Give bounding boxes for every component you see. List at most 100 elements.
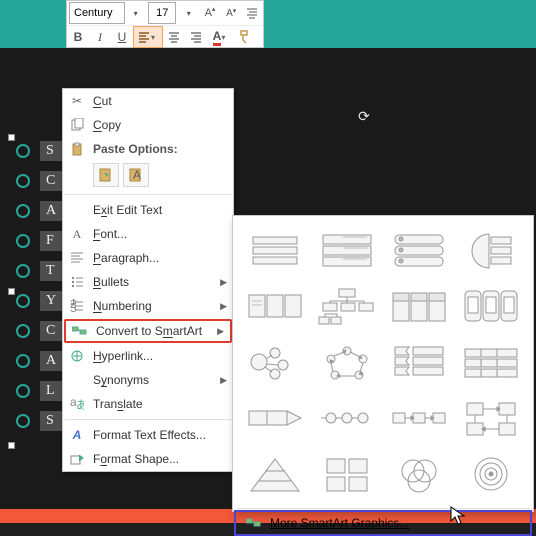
- list-item[interactable]: A: [16, 346, 66, 376]
- gallery-separator: [237, 508, 529, 509]
- svg-text:あ: あ: [76, 398, 84, 411]
- font-size-input[interactable]: [148, 2, 176, 24]
- font-name-dropdown-icon[interactable]: ▾: [125, 2, 146, 24]
- selection-handle[interactable]: [8, 442, 15, 449]
- font-size-dropdown-icon[interactable]: ▾: [178, 2, 199, 24]
- bulleted-list: S C A F T Y C A L S: [16, 136, 66, 436]
- submenu-arrow-icon: ▶: [220, 375, 227, 386]
- smartart-thumb-basic-process[interactable]: [241, 392, 309, 444]
- menu-format-text-effects[interactable]: A Format Text Effects...: [63, 423, 233, 447]
- rotation-handle-icon[interactable]: [356, 108, 372, 124]
- list-item[interactable]: S: [16, 136, 66, 166]
- menu-label: Numbering: [93, 299, 220, 313]
- menu-label: Exit Edit Text: [93, 203, 227, 217]
- align-right-button[interactable]: [185, 26, 207, 48]
- bullet-ring-icon: [16, 414, 30, 428]
- paste-options-row: A: [63, 161, 233, 191]
- list-item[interactable]: Y: [16, 286, 66, 316]
- italic-button[interactable]: I: [89, 26, 111, 48]
- smartart-thumb-basic-block-list[interactable]: [241, 224, 309, 276]
- list-item[interactable]: C: [16, 166, 66, 196]
- smartart-thumb-horizontal-bullet-list[interactable]: [241, 280, 309, 332]
- clipboard-icon: [67, 139, 87, 159]
- menu-bullets[interactable]: Bullets ▶: [63, 270, 233, 294]
- smartart-thumb-vertical-box-list[interactable]: [385, 224, 453, 276]
- bullet-ring-icon: [16, 324, 30, 338]
- menu-copy[interactable]: Copy: [63, 113, 233, 137]
- smartart-icon: [244, 516, 264, 530]
- underline-button[interactable]: U: [111, 26, 133, 48]
- increase-font-size-button[interactable]: A▴: [199, 2, 220, 24]
- selection-handle[interactable]: [8, 134, 15, 141]
- bullet-ring-icon: [16, 234, 30, 248]
- numbering-icon: 123: [67, 296, 87, 316]
- smartart-thumb-basic-target[interactable]: [457, 448, 525, 500]
- selection-handle[interactable]: [8, 288, 15, 295]
- bullet-ring-icon: [16, 264, 30, 278]
- menu-font[interactable]: A Font...: [63, 222, 233, 246]
- menu-numbering[interactable]: 123 Numbering ▶: [63, 294, 233, 318]
- list-item[interactable]: A: [16, 196, 66, 226]
- smartart-thumb-continuous-cycle[interactable]: [313, 336, 381, 388]
- menu-label: Bullets: [93, 275, 220, 289]
- bold-button[interactable]: B: [67, 26, 89, 48]
- format-painter-button[interactable]: [235, 26, 257, 48]
- smartart-thumb-hierarchy[interactable]: [313, 280, 381, 332]
- submenu-arrow-icon: ▶: [220, 277, 227, 288]
- font-name-input[interactable]: [69, 2, 125, 24]
- list-item[interactable]: T: [16, 256, 66, 286]
- align-button[interactable]: ▾: [133, 26, 163, 48]
- smartart-gallery: More SmartArt Graphics...: [232, 215, 534, 512]
- smartart-thumb-vertical-chevron-list[interactable]: [385, 336, 453, 388]
- list-item[interactable]: S: [16, 406, 66, 436]
- smartart-thumb-pyramid-list[interactable]: [241, 448, 309, 500]
- menu-label: Font...: [93, 227, 227, 241]
- menu-paragraph[interactable]: Paragraph...: [63, 246, 233, 270]
- menu-exit-edit-text[interactable]: Exit Edit Text: [63, 198, 233, 222]
- bullet-ring-icon: [16, 354, 30, 368]
- format-shape-icon: [67, 449, 87, 469]
- list-item[interactable]: C: [16, 316, 66, 346]
- paste-option-keep-source[interactable]: [93, 163, 119, 187]
- menu-synonyms[interactable]: Synonyms ▶: [63, 368, 233, 392]
- gallery-footer-label: More SmartArt Graphics...: [270, 516, 409, 530]
- menu-format-shape[interactable]: Format Shape...: [63, 447, 233, 471]
- smartart-thumb-basic-matrix[interactable]: [313, 448, 381, 500]
- svg-text:3: 3: [70, 301, 77, 313]
- mini-toolbar: ▾ ▾ A▴ A▾ B I U ▾ A▾: [66, 0, 264, 48]
- svg-text:A: A: [133, 168, 141, 182]
- menu-label: Copy: [93, 118, 227, 132]
- font-color-button[interactable]: A▾: [207, 26, 235, 48]
- align-center-button[interactable]: [163, 26, 185, 48]
- smartart-thumb-segmented-process[interactable]: [457, 336, 525, 388]
- smartart-thumb-continuous-block-process[interactable]: [313, 392, 381, 444]
- menu-hyperlink[interactable]: Hyperlink...: [63, 344, 233, 368]
- paragraph-icon: [67, 248, 87, 268]
- decrease-font-size-button[interactable]: A▾: [221, 2, 242, 24]
- translate-icon: aあ: [67, 394, 87, 414]
- list-item[interactable]: F: [16, 226, 66, 256]
- menu-paste-options-header: Paste Options:: [63, 137, 233, 161]
- smartart-thumb-trapezoid-list[interactable]: [457, 224, 525, 276]
- smartart-thumb-table-hierarchy[interactable]: [385, 280, 453, 332]
- menu-convert-to-smartart[interactable]: Convert to SmartArt ▶: [64, 319, 232, 343]
- smartart-thumb-vertical-bullet-list[interactable]: [313, 224, 381, 276]
- menu-label: Format Shape...: [93, 452, 227, 466]
- menu-separator: [65, 419, 231, 420]
- paste-option-text-only[interactable]: A: [123, 163, 149, 187]
- smartart-thumb-alternating-flow[interactable]: [385, 392, 453, 444]
- copy-icon: [67, 115, 87, 135]
- menu-translate[interactable]: aあ Translate: [63, 392, 233, 416]
- menu-label: Synonyms: [93, 373, 220, 387]
- menu-cut[interactable]: ✂ Cut: [63, 89, 233, 113]
- smartart-thumb-picture-accent-process[interactable]: [457, 392, 525, 444]
- smartart-thumb-grouped-list[interactable]: [457, 280, 525, 332]
- bullet-ring-icon: [16, 294, 30, 308]
- menu-label: Paragraph...: [93, 251, 227, 265]
- font-icon: A: [67, 224, 87, 244]
- smartart-thumb-radial-cluster[interactable]: [241, 336, 309, 388]
- list-item[interactable]: L: [16, 376, 66, 406]
- more-smartart-graphics[interactable]: More SmartArt Graphics...: [234, 510, 532, 536]
- change-case-button[interactable]: [242, 2, 263, 24]
- smartart-thumb-basic-venn[interactable]: [385, 448, 453, 500]
